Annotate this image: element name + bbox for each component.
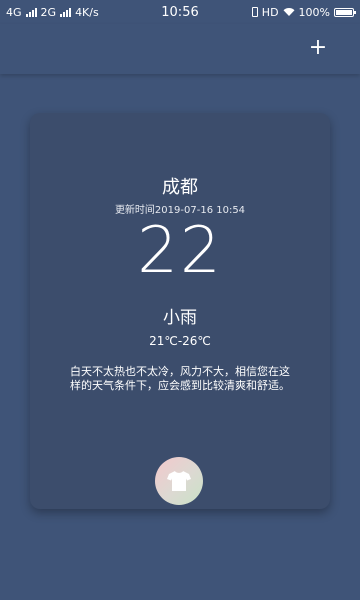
- comfort-advice: 白天不太热也不太冷，风力不大，相信您在这样的天气条件下，应会感到比较清爽和舒适。: [70, 365, 290, 392]
- status-time: 10:56: [161, 4, 199, 20]
- network-speed: 4K/s: [75, 5, 99, 19]
- hd-indicator: HD: [261, 5, 279, 19]
- vibrate-icon: [251, 7, 258, 17]
- weather-condition: 小雨: [163, 308, 197, 328]
- signal-icon-2: [60, 7, 72, 17]
- t-shirt-icon: [167, 471, 191, 491]
- status-bar-left: 4G 2G 4K/s: [6, 6, 99, 19]
- city-name: 成都: [162, 177, 198, 198]
- temperature-range: 21℃-26℃: [149, 334, 211, 348]
- wifi-icon: [283, 8, 295, 16]
- status-bar-right: HD 100%: [251, 5, 356, 19]
- weather-card: 成都 更新时间2019-07-16 10:54 22 小雨 21℃-26℃ 白天…: [30, 113, 330, 509]
- current-temperature: 22: [137, 214, 223, 288]
- battery-icon: [334, 7, 356, 17]
- toolbar: +: [0, 24, 360, 74]
- network-type-2: 2G: [40, 5, 57, 19]
- network-type-1: 4G: [6, 5, 22, 19]
- add-city-button[interactable]: +: [306, 36, 330, 60]
- signal-icon: [25, 7, 37, 17]
- status-bar: 4G 2G 4K/s 10:56 HD 100%: [0, 0, 360, 24]
- battery-percent: 100%: [298, 5, 330, 19]
- clothing-advice-button[interactable]: [155, 457, 203, 505]
